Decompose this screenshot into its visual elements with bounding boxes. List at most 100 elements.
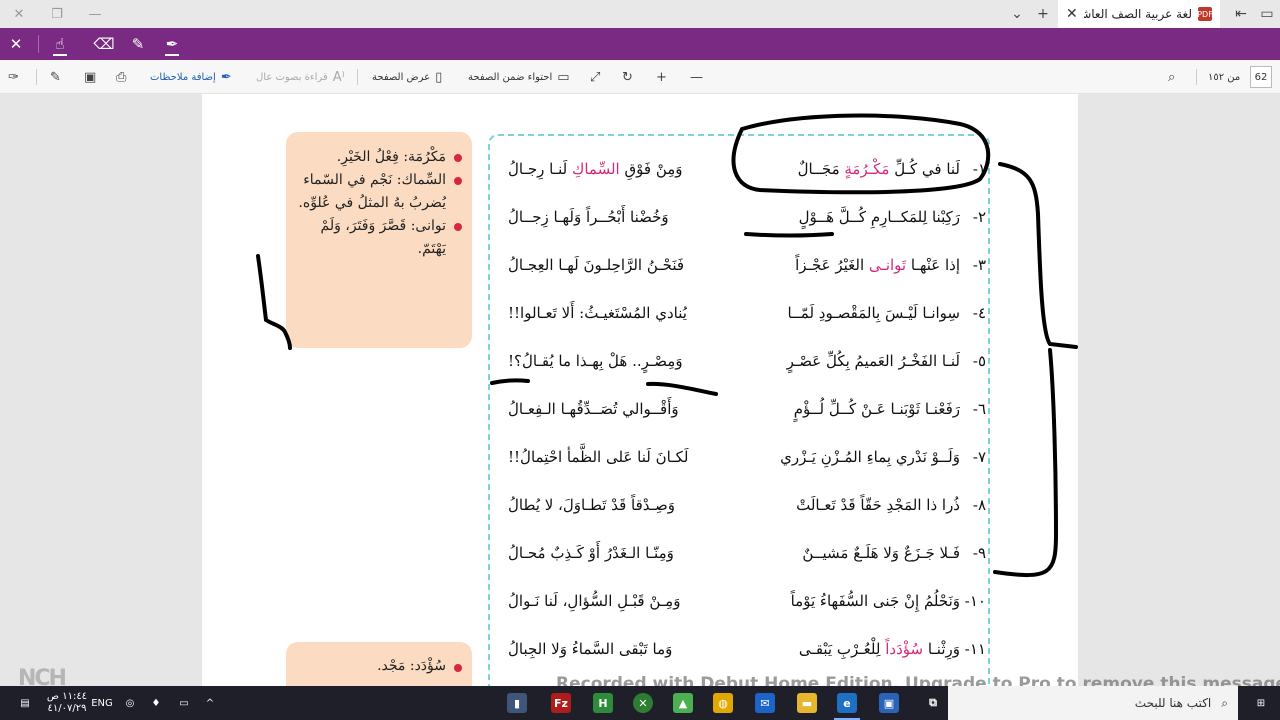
network-icon[interactable]: ◎ xyxy=(120,686,140,720)
taskbar-app-xbox[interactable]: ✕ xyxy=(626,686,660,720)
verse-second-hemistich: وَمِنْ فَوْقِ السِّماكِ لَنـا رِجـالُ xyxy=(508,160,683,178)
verse-second-hemistich: وَما تَبْقى السَّماءُ وَلا الجِبالُ xyxy=(508,640,672,658)
pdf-page: ١- لَنا في كُـلِّ مَكْـرُمَةٍ مَجَــالٌ وَ… xyxy=(202,94,1078,686)
glossary-item: توانى: قَصَّرَ وَفَتَرَ، وَلَمْ يَهْتَمّ… xyxy=(292,215,462,261)
tab-list-chevron-icon[interactable]: ⌄ xyxy=(1004,0,1030,28)
touch-writing-icon[interactable]: ☝ xyxy=(44,28,76,60)
taskbar-app-h[interactable]: H xyxy=(586,686,620,720)
highlighter-icon[interactable]: ✎ xyxy=(122,28,154,60)
minimize-window-button[interactable]: — xyxy=(76,0,114,28)
show-hidden-icons-icon[interactable]: ^ xyxy=(200,686,220,720)
verse-text: وَنَحْلُمُ إِنْ جَنى السُّفَهاءُ يَوْماً xyxy=(790,592,960,610)
divider xyxy=(38,35,39,53)
poem-verse: ٦- رَفَعْنـا ثَوْبَنـا عَـنْ كُــلِّ لُــ… xyxy=(500,396,986,426)
browser-tab[interactable]: PDF لغة عربية الصف العاشر ا ✕ xyxy=(1058,0,1220,28)
close-ink-icon[interactable]: ✕ xyxy=(0,28,32,60)
pen-icon[interactable]: ✒ xyxy=(156,28,188,60)
zoom-out-icon[interactable]: — xyxy=(690,60,703,94)
verse-first-hemistich: فَـلا جَـزَعٌ وَلا هَلَـعٌ مَشيــنٌ xyxy=(802,544,960,562)
page-view-button[interactable]: عرض الصفحة ▯ xyxy=(372,60,442,94)
verse-number: ٩- xyxy=(972,544,986,562)
page-icon: ▯ xyxy=(435,69,443,85)
verse-second-hemistich: وَأَقْــوالي تُصَــدِّقُهـا الـفِعـالُ xyxy=(508,400,679,418)
poem-verse: ١١- وَرِثْنـا سُؤْدَداً لِلْعُـرْبِ يَبْق… xyxy=(500,636,986,666)
verse-first-hemistich: رَكِبْنا لِلمَكــارِمِ كُــلَّ هَــوْلٍ xyxy=(799,208,960,226)
taskbar-search-box[interactable]: ⌕ اكتب هنا للبحث xyxy=(948,686,1238,720)
search-icon[interactable]: ⌕ xyxy=(1168,60,1175,94)
task-view-icon[interactable]: ⧉ xyxy=(916,686,950,720)
verse-first-hemistich: وَرِثْنـا سُؤْدَداً لِلْعُـرْبِ يَبْقـى xyxy=(799,640,960,658)
verse-second-hemistich: لَكـانَ لَنا عَلى الظَّمأ احْتِمالُ!! xyxy=(508,448,688,466)
verse-number: ٦- xyxy=(972,400,986,418)
windows-start-icon[interactable]: ⊞ xyxy=(1246,686,1276,720)
language-indicator[interactable]: ENG xyxy=(90,686,114,720)
verse-text: وَأَقْــوالي تُصَــدِّقُهـا الـفِعـالُ xyxy=(508,400,679,418)
taskbar-app-edge[interactable]: e xyxy=(830,686,864,720)
microphone-icon[interactable]: ♦ xyxy=(146,686,166,720)
verse-first-hemistich: لَنا في كُـلِّ مَكْـرُمَةٍ مَجَــالٌ xyxy=(798,160,960,178)
new-tab-button[interactable]: + xyxy=(1030,0,1056,28)
eraser-icon[interactable]: ⌫ xyxy=(88,28,120,60)
taskbar-app-filezilla[interactable]: Fz xyxy=(544,686,578,720)
notifications-icon[interactable]: ▤ xyxy=(10,686,40,720)
verse-text: لَنا في كُـلِّ xyxy=(889,160,960,178)
glossary-box: سُؤْدَد: مَجْد. xyxy=(286,642,472,686)
set-tabs-aside-icon[interactable]: ⇤ xyxy=(1228,0,1254,28)
clock-date: ٤١/٠٧/٢٩ xyxy=(47,703,87,714)
fit-icon: ▭ xyxy=(557,69,570,85)
reading-toolbar: ✑ ✎ ▣ ⎙ إضافة ملاحظات ✒ قراءة بصوت عال A… xyxy=(0,60,1280,94)
taskbar-app-green[interactable]: ▲ xyxy=(666,686,700,720)
save-as-icon[interactable]: ✎ xyxy=(50,60,61,94)
pen-icon: ✒ xyxy=(220,69,232,85)
verse-text: وَرِثْنـا xyxy=(923,640,960,658)
poem-verse: ٨- ذُرا ذا المَجْدِ حَقّاً قَدْ تَعـالَتْ… xyxy=(500,492,986,522)
verse-number: ١- xyxy=(972,160,986,178)
verse-text: لَكـانَ لَنا عَلى الظَّمأ احْتِمالُ!! xyxy=(508,448,689,466)
verse-text: وَلَــوْ نَدْري بِماءِ المُـزْنِ يَـزْري xyxy=(780,448,960,466)
rotate-icon[interactable]: ↻ xyxy=(622,60,633,94)
verse-second-hemistich: وَمِنّـا الـغَدْرُ أَوْ كَـذِبٌ مُحـالُ xyxy=(508,544,674,562)
recording-watermark: Recorded with Debut Home Edition. Upgrad… xyxy=(556,674,1280,686)
close-tab-icon[interactable]: ✕ xyxy=(1066,6,1078,22)
speaker-icon: A⁾ xyxy=(332,69,345,85)
fit-page-button[interactable]: احتواء ضمن الصفحة ▭ xyxy=(468,60,570,94)
search-placeholder: اكتب هنا للبحث xyxy=(1134,696,1212,710)
verse-number: ١١- xyxy=(964,640,986,658)
verse-second-hemistich: فَنَحْـنُ الرَّاحِلـونَ لَهـا العِجـالُ xyxy=(508,256,684,274)
page-number-input[interactable]: 62 xyxy=(1250,66,1272,88)
taskbar-app-game[interactable]: ◍ xyxy=(706,686,740,720)
verse-second-hemistich: وَخُضْنا أَبْحُــراً وَلَهـا زِجــالُ xyxy=(508,208,669,226)
verse-text: فَـلا جَـزَعٌ وَلا هَلَـعٌ مَشيــنٌ xyxy=(802,544,960,562)
recorder-logo: NCH xyxy=(18,666,67,686)
battery-icon[interactable]: ▭ xyxy=(174,686,194,720)
poem-verse: ٥- لَنـا الفَخْـرُ العَميمُ بِكُلِّ عَصْـ… xyxy=(500,348,986,378)
read-aloud-label: قراءة بصوت عال xyxy=(256,71,328,83)
clock[interactable]: ١١:٤٤ ص ٤١/٠٧/٢٩ xyxy=(44,686,90,720)
verse-text: وَمِصْـرٍ.. هَلْ بِهـذا ما يُقـالُ؟! xyxy=(508,352,683,370)
highlighted-word: سُؤْدَداً xyxy=(885,640,924,658)
verse-text: إذا عَنْهـا xyxy=(906,256,960,274)
glossary-item: السِّماك: نَجْم في السّماء يُضربُ بهُ ال… xyxy=(292,169,462,215)
taskbar-app-explorer[interactable]: ▬ xyxy=(790,686,824,720)
verse-number: ٢- xyxy=(972,208,986,226)
fullscreen-icon[interactable]: ⤢ xyxy=(590,60,600,94)
verse-text: وَما تَبْقى السَّماءُ وَلا الجِبالُ xyxy=(508,640,673,658)
ink-tools-icon[interactable]: ✑ xyxy=(8,60,19,94)
poem-verse: ٢- رَكِبْنا لِلمَكــارِمِ كُــلَّ هَــوْل… xyxy=(500,204,986,234)
print-icon[interactable]: ⎙ xyxy=(116,60,126,94)
verse-second-hemistich: وَمِـنْ قَبْـلِ السُّؤالِ، لَنا نَـوالُ xyxy=(508,592,680,610)
tab-previews-icon[interactable]: ▭ xyxy=(1254,0,1280,28)
save-icon[interactable]: ▣ xyxy=(84,60,96,94)
taskbar-app-mail[interactable]: ✉ xyxy=(748,686,782,720)
taskbar-app-store[interactable]: ▣ xyxy=(872,686,906,720)
page-total: من ١٥٢ xyxy=(1208,71,1241,83)
restore-window-button[interactable]: ❐ xyxy=(38,0,76,28)
taskbar-app-recorder[interactable]: ▮ xyxy=(500,686,534,720)
zoom-in-icon[interactable]: + xyxy=(656,60,667,94)
document-viewer[interactable]: ١- لَنا في كُـلِّ مَكْـرُمَةٍ مَجَــالٌ وَ… xyxy=(0,94,1280,686)
title-bar: ✕ ❐ — ⌄ + PDF لغة عربية الصف العاشر ا ✕ … xyxy=(0,0,1280,28)
close-window-button[interactable]: ✕ xyxy=(0,0,38,28)
read-aloud-button[interactable]: قراءة بصوت عال A⁾ xyxy=(256,60,345,94)
add-notes-button[interactable]: إضافة ملاحظات ✒ xyxy=(150,60,232,94)
poem-verse: ٧- وَلَــوْ نَدْري بِماءِ المُـزْنِ يَـزْ… xyxy=(500,444,986,474)
